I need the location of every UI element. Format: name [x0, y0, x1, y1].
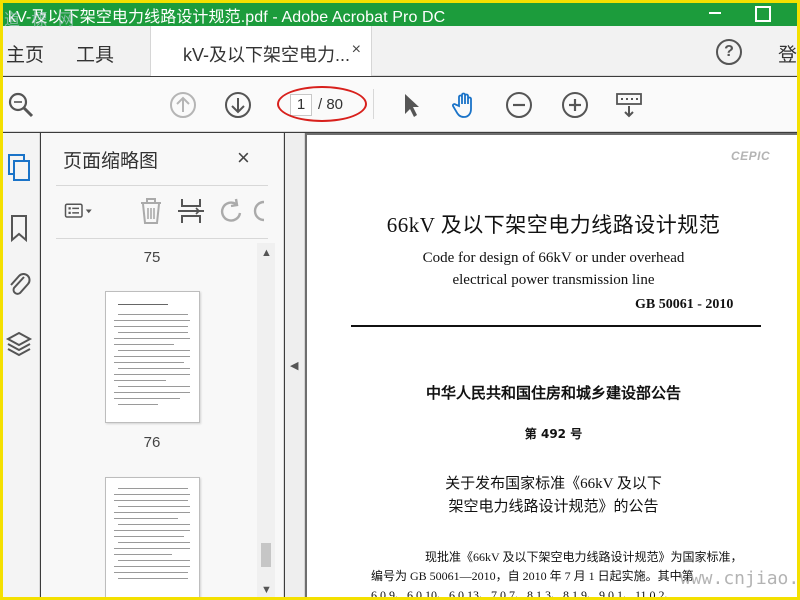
- thumbnail-page-number: 75: [143, 249, 161, 266]
- thumbnails-scrollbar[interactable]: ▲ ▼: [257, 243, 275, 600]
- annotation-ellipse: [277, 86, 367, 122]
- zoom-search-icon[interactable]: [6, 90, 36, 120]
- watermark-top-left: 道 標 网: [4, 10, 78, 29]
- thumbnail-options-icon[interactable]: [64, 196, 94, 226]
- publisher-logo: CEPIC: [731, 149, 771, 163]
- maximize-button[interactable]: [752, 3, 771, 22]
- rotate-page-icon[interactable]: [216, 196, 246, 226]
- navigation-rail: [0, 133, 40, 600]
- announcement-number: 第 492 号: [524, 427, 583, 441]
- menu-tab-bar: 主页 工具 kV-及以下架空电力... × ? 登: [0, 26, 800, 76]
- zoom-in-icon[interactable]: [560, 90, 590, 120]
- title-rule: [351, 325, 761, 327]
- collapse-arrow-icon: ◀: [290, 360, 299, 372]
- thumbnail-page-number: 76: [143, 434, 161, 451]
- select-arrow-icon[interactable]: [396, 90, 426, 120]
- document-title-en: Code for design of 66kV or under overhea…: [422, 250, 685, 266]
- announcement-title: 关于发布国家标准《66kV 及以下: [445, 476, 662, 492]
- watermark-bottom-right: www.cnjiao.com: [680, 568, 800, 589]
- hand-tool-icon[interactable]: [450, 90, 480, 120]
- thumbnails-list: 75 76: [41, 240, 261, 600]
- collapse-panel-handle[interactable]: ◀: [285, 133, 305, 600]
- page-down-icon[interactable]: [223, 90, 253, 120]
- zoom-out-icon[interactable]: [504, 90, 534, 120]
- scroll-down-icon[interactable]: ▼: [261, 584, 272, 596]
- delete-page-icon[interactable]: [136, 196, 166, 226]
- tab-close-icon[interactable]: ×: [352, 41, 361, 59]
- document-tab-label: kV-及以下架空电力...: [183, 45, 351, 65]
- rotate-clockwise-icon[interactable]: [252, 196, 268, 226]
- marquee-zoom-icon[interactable]: [614, 90, 644, 120]
- standard-code: GB 50061 - 2010: [635, 297, 734, 312]
- announcement-title: 架空电力线路设计规范》的公告: [448, 499, 659, 515]
- thumbnails-panel-title: 页面缩略图: [63, 151, 159, 172]
- document-title-en: electrical power transmission line: [452, 272, 655, 288]
- document-tab[interactable]: kV-及以下架空电力... ×: [150, 26, 372, 76]
- attachment-icon[interactable]: [5, 269, 33, 299]
- bookmark-icon[interactable]: [5, 213, 33, 243]
- layers-icon[interactable]: [5, 329, 33, 359]
- title-bar: kV-及以下架空电力线路设计规范.pdf - Adobe Acrobat Pro…: [0, 0, 800, 26]
- login-link[interactable]: 登: [778, 40, 797, 67]
- page-up-icon[interactable]: [168, 90, 198, 120]
- body-text: 现批准《66kV 及以下架空电力线路设计规范》为国家标准，: [425, 550, 743, 564]
- document-viewer: ◀ CEPIC 66kV 及以下架空电力线路设计规范 Code for desi…: [285, 133, 800, 600]
- scrollbar-thumb[interactable]: [261, 543, 271, 567]
- ministry-heading: 中华人民共和国住房和城乡建设部公告: [425, 384, 681, 402]
- menu-home[interactable]: 主页: [6, 40, 44, 67]
- pdf-page: CEPIC 66kV 及以下架空电力线路设计规范 Code for design…: [307, 135, 800, 600]
- thumbnails-toolbar: [56, 185, 268, 239]
- scroll-up-icon[interactable]: ▲: [261, 247, 272, 259]
- close-panel-icon[interactable]: ×: [237, 145, 250, 171]
- thumbnail-page[interactable]: [105, 291, 200, 423]
- document-title: 66kV 及以下架空电力线路设计规范: [386, 213, 721, 237]
- thumbnails-panel: 页面缩略图 × 75 76 ▲ ▼: [41, 133, 284, 600]
- help-icon[interactable]: ?: [716, 39, 742, 65]
- thumbnail-page[interactable]: [105, 477, 200, 600]
- page-thumbnails-icon[interactable]: [5, 153, 33, 183]
- toolbar-divider: [373, 89, 374, 119]
- crop-pages-icon[interactable]: [176, 196, 206, 226]
- menu-tools[interactable]: 工具: [76, 40, 114, 67]
- minimize-button[interactable]: [706, 3, 724, 21]
- main-toolbar: 1 / 80: [0, 77, 800, 132]
